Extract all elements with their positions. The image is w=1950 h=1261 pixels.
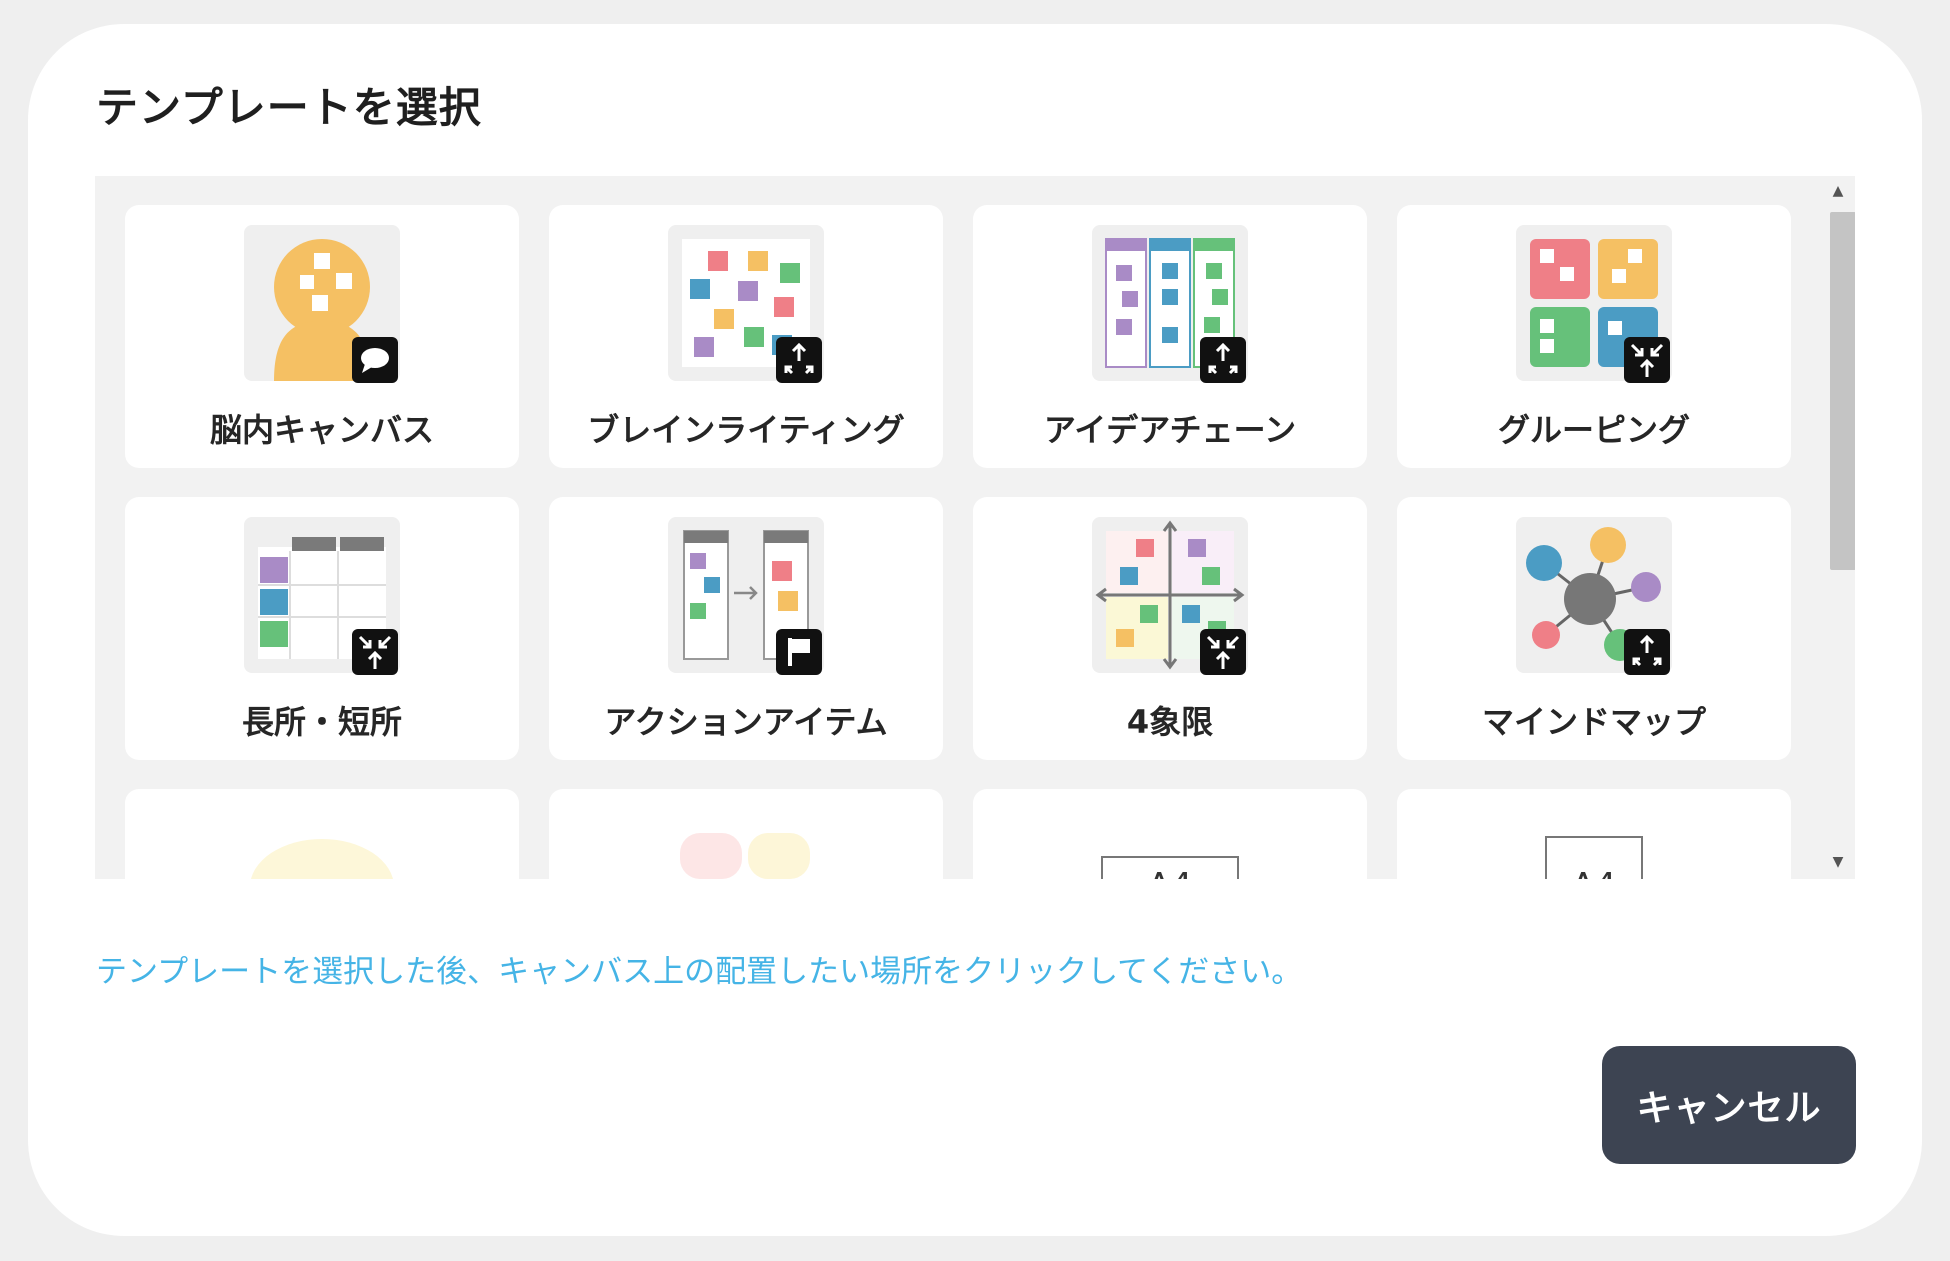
a4-landscape-text: A4 [1148,866,1193,879]
a4-portrait-text: A4 [1572,866,1617,879]
a4-landscape-icon: A4 [1092,809,1248,879]
template-card-idea-chain[interactable]: アイデアチェーン [973,205,1367,468]
yellow-blob-icon [244,809,400,879]
template-card-four-quadrants[interactable]: 4象限 [973,497,1367,760]
expand-arrows-icon [1200,337,1246,383]
color-blobs-icon [668,809,824,879]
expand-arrows-icon [1624,629,1670,675]
template-list[interactable]: 脳内キャンバス ブレインライティング アイデアチェーン グルーピング 長所・短所… [95,176,1855,879]
template-card-brainwriting[interactable]: ブレインライティング [549,205,943,468]
expand-arrows-icon [776,337,822,383]
scroll-down-arrow-icon[interactable]: ▼ [1821,849,1855,875]
template-card-mind-map[interactable]: マインドマップ [1397,497,1791,760]
template-card-partial[interactable] [549,789,943,879]
scrollbar-thumb[interactable] [1830,212,1855,570]
template-card-brain-canvas[interactable]: 脳内キャンバス [125,205,519,468]
template-label: 4象限 [1126,703,1214,741]
collapse-arrows-icon [1200,629,1246,675]
template-label: アイデアチェーン [1043,411,1297,449]
a4-portrait-icon: A4 [1516,809,1672,879]
collapse-arrows-icon [1624,337,1670,383]
template-label: 脳内キャンバス [209,411,434,449]
template-label: グルーピング [1497,411,1690,449]
instruction-text: テンプレートを選択した後、キャンバス上の配置したい場所をクリックしてください。 [96,954,1303,990]
speech-bubble-icon [352,337,398,383]
template-card-action-items[interactable]: アクションアイテム [549,497,943,760]
template-card-partial[interactable]: A4 [1397,789,1791,879]
template-label: アクションアイテム [604,703,888,741]
template-card-partial[interactable] [125,789,519,879]
template-list-scrollbar[interactable]: ▲ ▼ [1821,176,1855,879]
template-label: 長所・短所 [241,703,402,741]
template-label: ブレインライティング [587,411,905,449]
collapse-arrows-icon [352,629,398,675]
template-card-partial[interactable]: A4 [973,789,1367,879]
dialog-title: テンプレートを選択 [96,83,482,132]
template-label: マインドマップ [1481,703,1706,741]
template-select-dialog: テンプレートを選択 脳内キャンバス ブレインライティング アイデアチェーン グル… [28,24,1922,1236]
scroll-up-arrow-icon[interactable]: ▲ [1821,178,1855,204]
template-card-pros-cons[interactable]: 長所・短所 [125,497,519,760]
template-card-grouping[interactable]: グルーピング [1397,205,1791,468]
cancel-button[interactable]: キャンセル [1602,1046,1856,1164]
flag-icon [776,629,822,675]
